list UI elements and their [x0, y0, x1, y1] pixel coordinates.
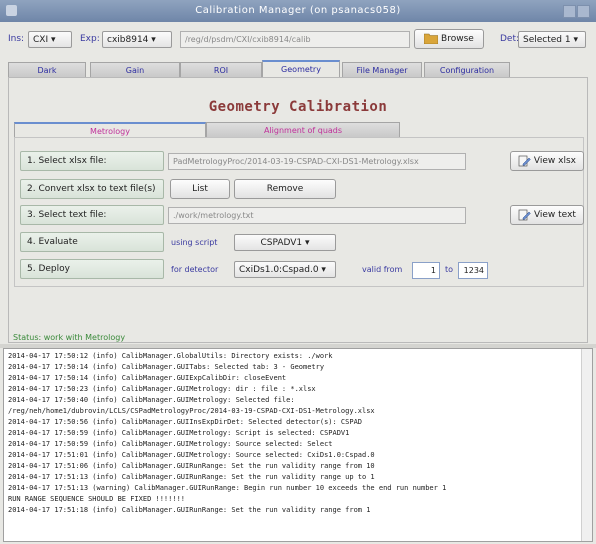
- log-line: 2014-04-17 17:50:56 (info) CalibManager.…: [8, 418, 363, 426]
- script-select[interactable]: CSPADV1 ▾: [234, 234, 336, 251]
- main-tabs: Dark Gain ROI Geometry File Manager Conf…: [8, 60, 588, 78]
- log-line: 2014-04-17 17:50:59 (info) CalibManager.…: [8, 440, 333, 448]
- log-line: 2014-04-17 17:51:06 (info) CalibManager.…: [8, 462, 375, 470]
- calib-dir-field[interactable]: /reg/d/psdm/CXI/cxib8914/calib: [180, 31, 410, 48]
- log-line: RUN RANGE SEQUENCE SHOULD BE FIXED !!!!!…: [8, 495, 186, 503]
- valid-from-label: valid from: [362, 265, 403, 274]
- evaluate-button[interactable]: 4. Evaluate: [20, 232, 164, 252]
- tab-dark[interactable]: Dark: [8, 62, 86, 78]
- instrument-select[interactable]: CXI ▾: [28, 31, 72, 48]
- text-file-path-field[interactable]: ./work/metrology.txt: [168, 207, 466, 224]
- log-scrollbar[interactable]: [581, 349, 592, 541]
- edit-document-icon: [518, 209, 531, 220]
- convert-xlsx-button[interactable]: 2. Convert xlsx to text file(s): [20, 179, 164, 199]
- status-text: Status: work with Metrology: [13, 333, 126, 342]
- detector-select[interactable]: Selected 1 ▾: [518, 31, 586, 48]
- log-line: 2014-04-17 17:50:23 (info) CalibManager.…: [8, 385, 316, 393]
- toolbar: Ins: CXI ▾ Exp: cxib8914 ▾ /reg/d/psdm/C…: [0, 29, 596, 56]
- using-script-label: using script: [171, 238, 218, 247]
- view-xlsx-label: View xlsx: [533, 156, 576, 166]
- log-panel[interactable]: 2014-04-17 17:50:12 (info) CalibManager.…: [3, 348, 593, 542]
- log-line: 2014-04-17 17:51:13 (info) CalibManager.…: [8, 473, 375, 481]
- minimize-button[interactable]: [563, 5, 576, 18]
- folder-icon: [424, 33, 439, 44]
- select-xlsx-button[interactable]: 1. Select xlsx file:: [20, 151, 164, 171]
- log-line: 2014-04-17 17:50:40 (info) CalibManager.…: [8, 396, 295, 404]
- tab-configuration[interactable]: Configuration: [424, 62, 510, 78]
- log-line: 2014-04-17 17:51:01 (info) CalibManager.…: [8, 451, 375, 459]
- tab-gain[interactable]: Gain: [90, 62, 180, 78]
- deploy-button[interactable]: 5. Deploy: [20, 259, 164, 279]
- tab-geometry[interactable]: Geometry: [262, 60, 340, 78]
- det-label: Det:: [500, 34, 520, 44]
- tab-file-manager[interactable]: File Manager: [342, 62, 422, 78]
- to-label: to: [445, 265, 454, 274]
- geometry-subtabs: Metrology Alignment of quads: [14, 122, 582, 138]
- view-text-label: View text: [533, 210, 576, 220]
- deploy-detector-select[interactable]: CxiDs1.0:Cspad.0 ▾: [234, 261, 336, 278]
- run-to-input[interactable]: 1234: [458, 262, 488, 279]
- edit-document-icon: [518, 155, 531, 166]
- ins-label: Ins:: [8, 34, 25, 44]
- log-line: /reg/neh/home1/dubrovin/LCLS/CSPadMetrol…: [8, 407, 375, 415]
- view-text-button[interactable]: View text: [510, 205, 584, 225]
- list-button[interactable]: List: [170, 179, 230, 199]
- title-bar: Calibration Manager (on psanacs058): [0, 0, 596, 22]
- page-title: Geometry Calibration: [208, 99, 388, 115]
- run-from-input[interactable]: 1: [412, 262, 440, 279]
- select-text-file-button[interactable]: 3. Select text file:: [20, 205, 164, 225]
- view-xlsx-button[interactable]: View xlsx: [510, 151, 584, 171]
- close-button[interactable]: [577, 5, 590, 18]
- xlsx-path-field[interactable]: PadMetrologyProc/2014-03-19-CSPAD-CXI-DS…: [168, 153, 466, 170]
- subtab-metrology[interactable]: Metrology: [14, 122, 206, 138]
- window-title: Calibration Manager (on psanacs058): [195, 5, 401, 16]
- log-line: 2014-04-17 17:51:13 (warning) CalibManag…: [8, 484, 447, 492]
- browse-button[interactable]: Browse: [414, 29, 484, 49]
- log-line: 2014-04-17 17:50:14 (info) CalibManager.…: [8, 374, 287, 382]
- log-line: 2014-04-17 17:51:18 (info) CalibManager.…: [8, 506, 371, 514]
- tab-roi[interactable]: ROI: [180, 62, 262, 78]
- log-line: 2014-04-17 17:50:14 (info) CalibManager.…: [8, 363, 325, 371]
- remove-button[interactable]: Remove: [234, 179, 336, 199]
- log-line: 2014-04-17 17:50:12 (info) CalibManager.…: [8, 352, 333, 360]
- browse-label: Browse: [441, 34, 474, 44]
- subtab-alignment-of-quads[interactable]: Alignment of quads: [206, 122, 400, 138]
- exp-label: Exp:: [80, 34, 100, 44]
- for-detector-label: for detector: [171, 265, 219, 274]
- log-line: 2014-04-17 17:50:59 (info) CalibManager.…: [8, 429, 350, 437]
- experiment-select[interactable]: cxib8914 ▾: [102, 31, 172, 48]
